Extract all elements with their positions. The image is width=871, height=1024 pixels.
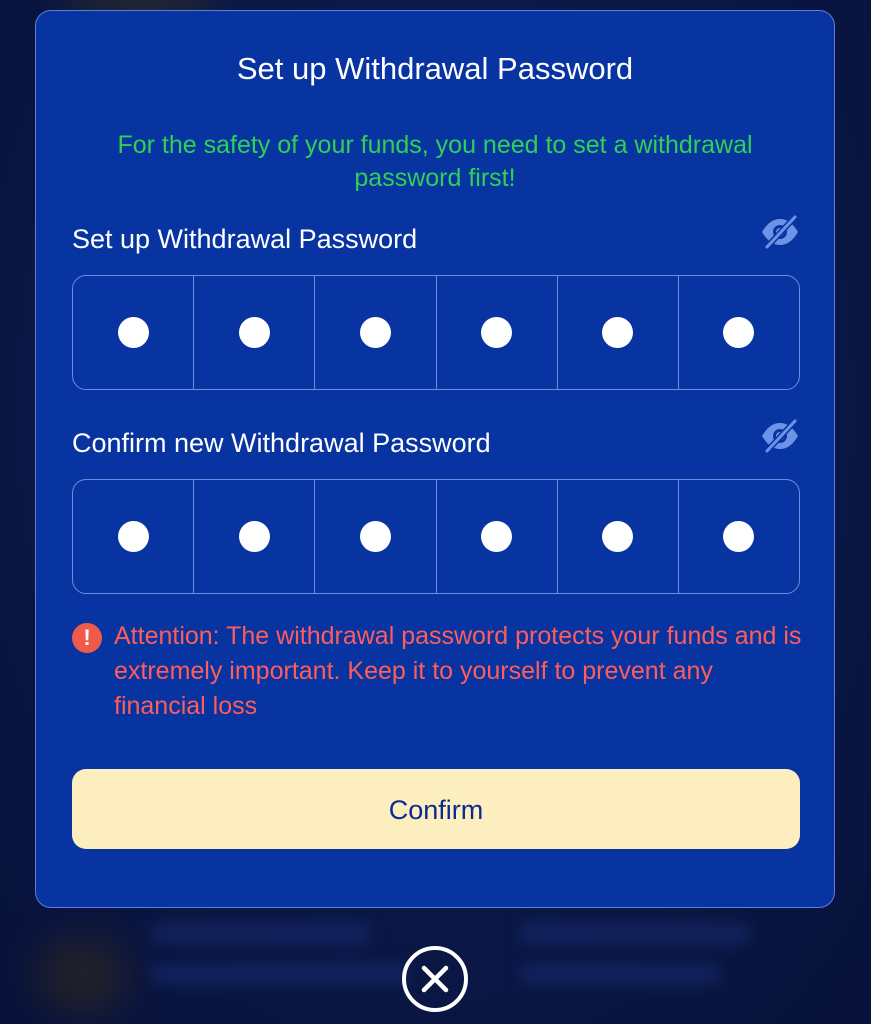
pin-cell[interactable] <box>679 480 799 593</box>
backdrop-line <box>520 965 720 983</box>
attention-text: Attention: The withdrawal password prote… <box>114 622 802 720</box>
pin-dot <box>723 521 755 552</box>
close-icon <box>421 965 449 993</box>
confirm-field-label: Confirm new Withdrawal Password <box>72 428 491 458</box>
backdrop-line <box>520 925 750 943</box>
close-circle-icon[interactable] <box>402 946 468 1012</box>
pin-dot <box>359 317 391 348</box>
backdrop-line <box>150 965 410 983</box>
pin-dot <box>117 317 149 348</box>
backdrop-avatar-blur <box>28 930 138 1020</box>
withdrawal-password-modal: Set up Withdrawal Password For the safet… <box>35 10 835 908</box>
attention-notice: ! Attention: The withdrawal password pro… <box>72 619 802 724</box>
eye-slash-icon[interactable] <box>758 416 802 456</box>
pin-cell[interactable] <box>558 276 679 389</box>
password-pin-input[interactable] <box>72 275 800 390</box>
pin-cell[interactable] <box>315 480 437 593</box>
pin-cell[interactable] <box>437 480 558 593</box>
pin-dot <box>723 317 755 348</box>
pin-cell[interactable] <box>194 276 316 389</box>
modal-title: Set up Withdrawal Password <box>236 51 634 86</box>
exclamation-circle-icon: ! <box>72 623 102 653</box>
pin-dot <box>481 317 513 348</box>
pin-dot <box>602 521 634 552</box>
pin-dot <box>238 521 270 552</box>
eye-slash-icon[interactable] <box>758 212 802 252</box>
pin-dot <box>481 521 513 552</box>
pin-cell[interactable] <box>437 276 558 389</box>
pin-cell[interactable] <box>315 276 437 389</box>
pin-cell[interactable] <box>73 276 195 389</box>
pin-dot <box>238 317 270 348</box>
modal-subtitle: For the safety of your funds, you need t… <box>117 131 753 192</box>
confirm-pin-input[interactable] <box>72 479 800 594</box>
pin-dot <box>359 521 391 552</box>
confirm-button[interactable]: Confirm <box>72 769 800 849</box>
backdrop-line <box>150 925 370 943</box>
pin-cell[interactable] <box>679 276 799 389</box>
pin-dot <box>117 521 149 552</box>
pin-cell[interactable] <box>194 480 316 593</box>
pin-cell[interactable] <box>558 480 679 593</box>
pin-cell[interactable] <box>73 480 195 593</box>
pin-dot <box>602 317 634 348</box>
password-field-label: Set up Withdrawal Password <box>72 224 418 254</box>
